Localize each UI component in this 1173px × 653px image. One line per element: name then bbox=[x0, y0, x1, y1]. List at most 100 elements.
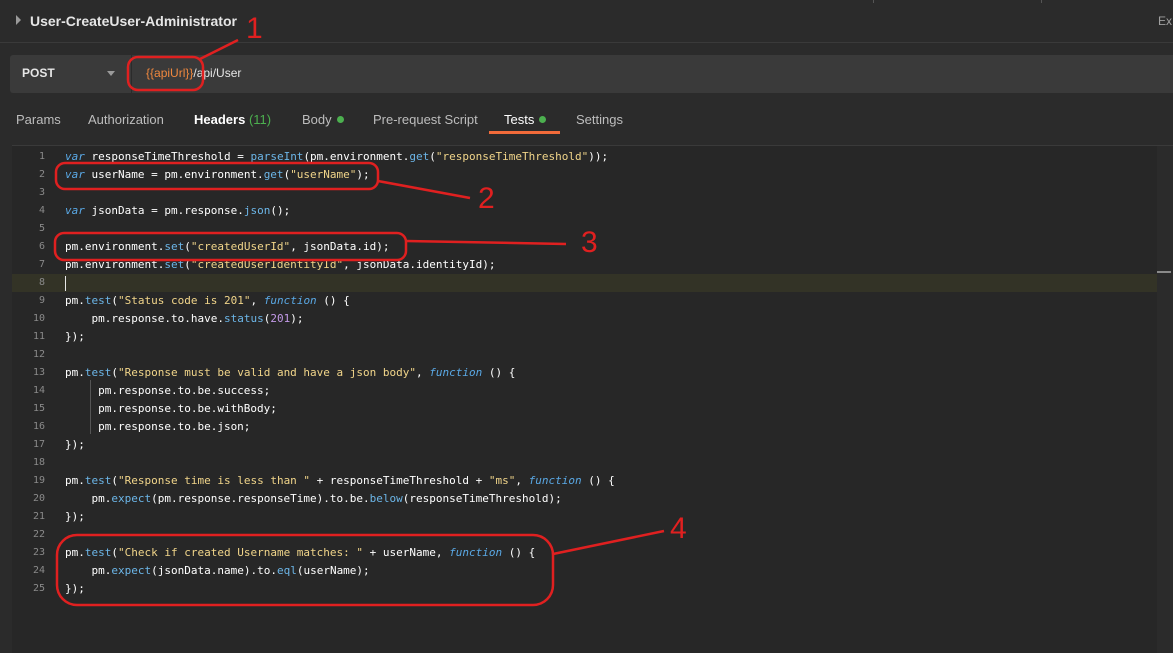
line-number: 23 bbox=[32, 547, 45, 558]
code-line-4[interactable]: 4 var jsonData = pm.response.json(); bbox=[12, 202, 1157, 220]
code-line-22[interactable]: 22 bbox=[12, 526, 1157, 544]
line-number: 13 bbox=[32, 367, 45, 378]
line-number: 3 bbox=[38, 187, 45, 198]
url-input[interactable]: {{apiUrl}}/api/User bbox=[131, 55, 1173, 93]
text-cursor bbox=[65, 276, 66, 291]
tab-settings[interactable]: Settings bbox=[576, 112, 623, 127]
code-text: pm.expect(jsonData.name).to.eql(userName… bbox=[65, 564, 370, 577]
line-number: 10 bbox=[32, 313, 45, 324]
url-text: {{apiUrl}}/api/User bbox=[146, 66, 241, 80]
tab-body[interactable]: Body bbox=[302, 112, 344, 127]
code-line-12[interactable]: 12 bbox=[12, 346, 1157, 364]
code-text: pm.environment.set("createdUserId", json… bbox=[65, 240, 390, 253]
code-line-18[interactable]: 18 bbox=[12, 454, 1157, 472]
tab-label: Headers bbox=[194, 112, 246, 127]
line-number: 24 bbox=[32, 565, 45, 576]
code-line-16[interactable]: 16 pm.response.to.be.json; bbox=[12, 418, 1157, 436]
line-number: 9 bbox=[38, 295, 45, 306]
line-number: 2 bbox=[38, 169, 45, 180]
annotation-number-4: 4 bbox=[670, 512, 687, 545]
tab-edge bbox=[873, 0, 874, 3]
line-number: 19 bbox=[32, 475, 45, 486]
code-line-24[interactable]: 24 pm.expect(jsonData.name).to.eql(userN… bbox=[12, 562, 1157, 580]
line-number: 7 bbox=[38, 259, 45, 270]
code-text: pm.response.to.be.success; bbox=[65, 384, 271, 397]
tab-authorization[interactable]: Authorization bbox=[88, 112, 164, 127]
tab-label: Body bbox=[302, 112, 332, 127]
url-variable: {{apiUrl}} bbox=[146, 66, 194, 80]
line-number: 12 bbox=[32, 349, 45, 360]
editor-scrollbar[interactable] bbox=[1157, 146, 1173, 653]
code-line-8[interactable]: 8 bbox=[12, 274, 1157, 292]
code-line-19[interactable]: 19 pm.test("Response time is less than " … bbox=[12, 472, 1157, 490]
line-number: 6 bbox=[38, 241, 45, 252]
code-line-14[interactable]: 14 pm.response.to.be.success; bbox=[12, 382, 1157, 400]
code-line-17[interactable]: 17}); bbox=[12, 436, 1157, 454]
code-line-10[interactable]: 10 pm.response.to.have.status(201); bbox=[12, 310, 1157, 328]
indent-guide bbox=[90, 380, 91, 434]
code-text: }); bbox=[65, 582, 85, 595]
line-number: 14 bbox=[32, 385, 45, 396]
line-number: 18 bbox=[32, 457, 45, 468]
expand-caret-icon[interactable] bbox=[16, 15, 21, 25]
code-line-21[interactable]: 21}); bbox=[12, 508, 1157, 526]
tab-tests[interactable]: Tests bbox=[504, 112, 547, 127]
code-text: }); bbox=[65, 330, 85, 343]
line-number: 20 bbox=[32, 493, 45, 504]
annotation-number-3: 3 bbox=[581, 226, 598, 259]
code-text: pm.response.to.have.status(201); bbox=[65, 312, 304, 325]
line-number: 8 bbox=[38, 277, 45, 288]
annotation-number-1: 1 bbox=[246, 12, 263, 45]
chevron-down-icon bbox=[107, 71, 115, 76]
line-number: 25 bbox=[32, 583, 45, 594]
line-number: 22 bbox=[32, 529, 45, 540]
code-line-3[interactable]: 3 bbox=[12, 184, 1157, 202]
scrollbar-marker bbox=[1157, 271, 1171, 273]
tests-status-dot-icon bbox=[539, 116, 547, 124]
tests-code-editor[interactable]: 1 var responseTimeThreshold = parseInt(pm… bbox=[12, 145, 1173, 653]
url-bar: POST {{apiUrl}}/api/User bbox=[10, 55, 1173, 93]
code-line-11[interactable]: 11}); bbox=[12, 328, 1157, 346]
active-tab-indicator bbox=[489, 131, 560, 134]
url-path: /api/User bbox=[193, 66, 242, 80]
annotation-number-2: 2 bbox=[478, 182, 495, 215]
code-line-25[interactable]: 25}); bbox=[12, 580, 1157, 598]
line-number: 1 bbox=[38, 151, 45, 162]
method-label: POST bbox=[22, 66, 55, 80]
code-line-1[interactable]: 1 var responseTimeThreshold = parseInt(pm… bbox=[12, 148, 1157, 166]
headers-count-badge: (11) bbox=[248, 112, 272, 127]
line-number: 4 bbox=[38, 205, 45, 216]
line-number: 15 bbox=[32, 403, 45, 414]
code-text: }); bbox=[65, 510, 85, 523]
code-text: var userName = pm.environment.get("userN… bbox=[65, 168, 370, 181]
tab-pre-request-script[interactable]: Pre-request Script bbox=[373, 112, 478, 127]
line-number: 16 bbox=[32, 421, 45, 432]
tab-label: Authorization bbox=[88, 112, 164, 127]
line-number: 21 bbox=[32, 511, 45, 522]
code-text: }); bbox=[65, 438, 85, 451]
request-tabs: Params Authorization Headers (11) Body P… bbox=[0, 108, 1173, 134]
line-number: 11 bbox=[32, 331, 45, 342]
code-line-15[interactable]: 15 pm.response.to.be.withBody; bbox=[12, 400, 1157, 418]
code-line-9[interactable]: 9 pm.test("Status code is 201", function … bbox=[12, 292, 1157, 310]
tab-label: Pre-request Script bbox=[373, 112, 478, 127]
code-line-2[interactable]: 2 var userName = pm.environment.get("user… bbox=[12, 166, 1157, 184]
code-text: pm.test("Check if created Username match… bbox=[65, 546, 536, 559]
code-text: var responseTimeThreshold = parseInt(pm.… bbox=[65, 150, 609, 163]
method-select[interactable]: POST bbox=[10, 55, 131, 93]
tab-label: Settings bbox=[576, 112, 623, 127]
tab-label: Tests bbox=[504, 112, 535, 127]
code-text: var jsonData = pm.response.json(); bbox=[65, 204, 291, 217]
code-line-13[interactable]: 13 pm.test("Response must be valid and ha… bbox=[12, 364, 1157, 382]
code-text: pm.response.to.be.withBody; bbox=[65, 402, 277, 415]
code-text: pm.test("Status code is 201", function (… bbox=[65, 294, 350, 307]
code-line-23[interactable]: 23 pm.test("Check if created Username mat… bbox=[12, 544, 1157, 562]
tab-label: Params bbox=[16, 112, 61, 127]
code-text: pm.test("Response must be valid and have… bbox=[65, 366, 516, 379]
request-title[interactable]: User-CreateUser-Administrator bbox=[30, 13, 237, 29]
code-line-20[interactable]: 20 pm.expect(pm.response.responseTime).t… bbox=[12, 490, 1157, 508]
titlebar-right-label[interactable]: Ex bbox=[1158, 14, 1172, 28]
tab-headers[interactable]: Headers (11) bbox=[194, 112, 271, 127]
line-number: 17 bbox=[32, 439, 45, 450]
tab-params[interactable]: Params bbox=[16, 112, 61, 127]
